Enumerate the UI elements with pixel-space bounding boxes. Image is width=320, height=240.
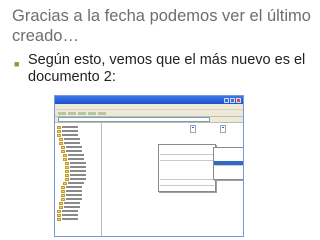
search-button[interactable]	[88, 111, 96, 115]
slide-title: Gracias a la fecha podemos ver el último…	[12, 7, 311, 45]
explorer-toolbar	[55, 109, 243, 117]
context-menu-item[interactable]	[159, 149, 215, 153]
folder-icon	[65, 173, 69, 177]
folder-icon	[57, 129, 61, 133]
folder-icon	[57, 125, 61, 129]
minimize-button[interactable]	[224, 97, 229, 103]
folder-icon	[61, 145, 65, 149]
folders-button[interactable]	[98, 111, 106, 115]
tree-item[interactable]	[57, 217, 101, 221]
up-button[interactable]	[78, 111, 86, 115]
forward-button[interactable]	[68, 111, 76, 115]
maximize-button[interactable]	[230, 97, 235, 103]
folder-icon	[61, 149, 65, 153]
bullet-marker-icon: ■	[14, 59, 20, 69]
context-menu-item[interactable]	[159, 187, 215, 191]
folder-icon	[59, 137, 63, 141]
folder-icon	[63, 181, 67, 185]
folder-icon	[61, 185, 65, 189]
bullet-text: Según esto, vemos que el más nuevo es el…	[28, 52, 306, 85]
folder-icon	[57, 209, 61, 213]
folder-icon	[59, 201, 63, 205]
back-button[interactable]	[58, 111, 66, 115]
submenu-item-selected[interactable]	[214, 160, 243, 165]
folder-icon	[65, 161, 69, 165]
folder-icon	[65, 165, 69, 169]
folder-icon	[57, 217, 61, 221]
folder-icon	[57, 213, 61, 217]
file-documento-1[interactable]	[190, 125, 198, 133]
context-menu-item[interactable]	[159, 155, 215, 159]
file-list	[102, 123, 243, 236]
folder-icon	[61, 189, 65, 193]
folder-icon	[63, 153, 67, 157]
context-menu-item[interactable]	[159, 180, 215, 184]
explorer-screenshot	[54, 95, 244, 237]
address-input[interactable]	[58, 117, 210, 122]
context-submenu	[213, 147, 243, 181]
context-menu	[158, 144, 216, 192]
folder-icon	[59, 141, 63, 145]
folder-icon	[61, 193, 65, 197]
folder-icon	[63, 157, 67, 161]
folder-icon	[65, 177, 69, 181]
folder-tree	[55, 123, 102, 236]
bullet-item: ■ Según esto, vemos que el más nuevo es …	[14, 52, 314, 86]
word-document-icon	[220, 125, 226, 133]
folder-icon	[57, 133, 61, 137]
folder-icon	[61, 197, 65, 201]
file-documento-2[interactable]	[220, 125, 228, 133]
word-document-icon	[190, 125, 196, 133]
folder-icon	[65, 169, 69, 173]
folder-icon	[59, 205, 63, 209]
context-menu-item[interactable]	[159, 174, 215, 178]
explorer-body	[55, 123, 243, 236]
explorer-titlebar	[55, 96, 243, 104]
submenu-item[interactable]	[214, 175, 243, 179]
close-button[interactable]	[236, 97, 241, 103]
